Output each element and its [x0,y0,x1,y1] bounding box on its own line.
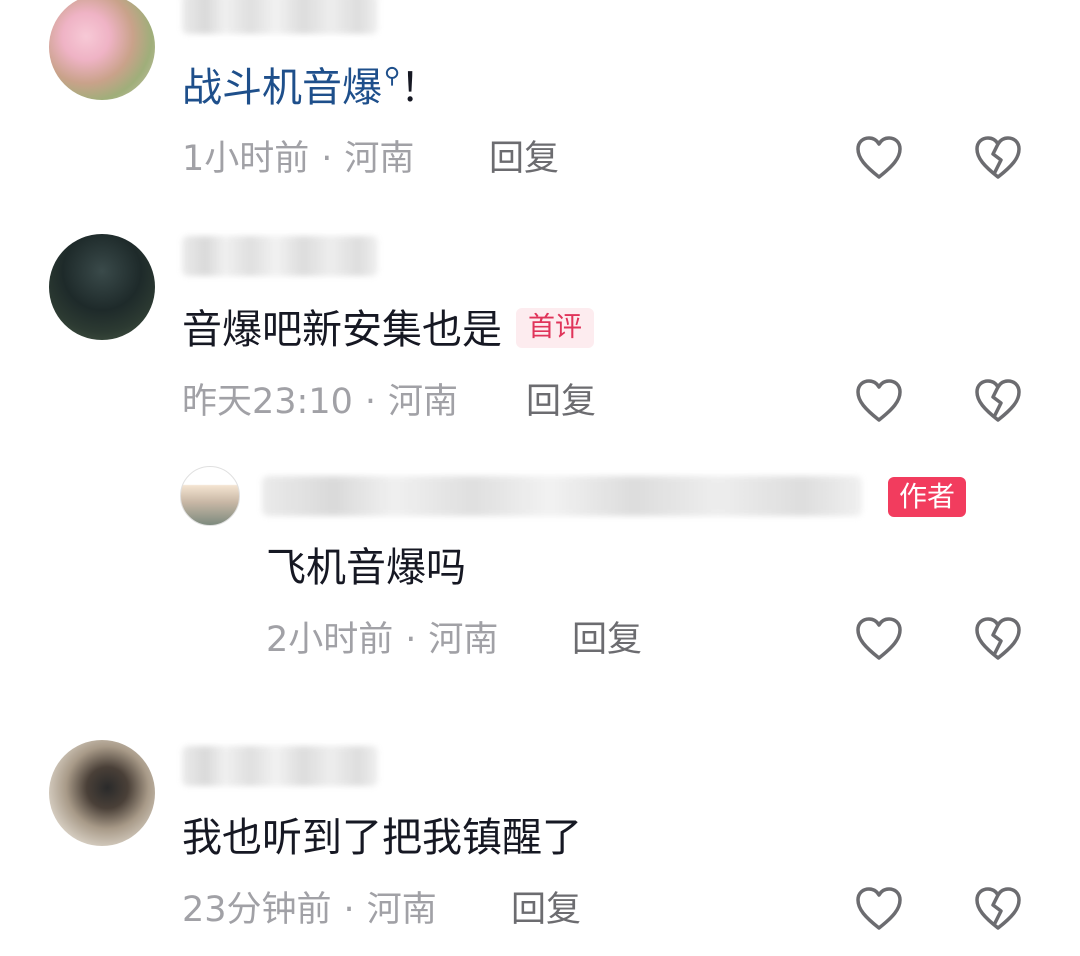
location: 河南 [388,382,459,422]
heart-icon[interactable] [855,886,903,932]
reply-button[interactable]: 回复 [511,890,581,930]
reply-button[interactable]: 回复 [526,382,596,422]
location: 河南 [366,890,437,930]
comment-text[interactable]: 战斗机音爆⚲！ [182,64,440,119]
avatar[interactable] [49,740,155,846]
meta-separator: · [321,139,333,179]
comment-item: 音爆吧新安集也是 首评 昨天23:10 · 河南 回复 作者 飞机音爆吗 2小时前 · 河… [0,230,1080,670]
timestamp: 1小时前 [182,139,310,179]
broken-heart-icon[interactable] [974,886,1022,932]
username[interactable] [182,0,378,34]
timestamp: 2小时前 [266,620,394,660]
avatar[interactable] [49,0,155,100]
comment-text[interactable]: 音爆吧新安集也是 首评 [182,306,594,354]
comment-item: 战斗机音爆⚲！ 1小时前 · 河南 回复 [0,0,1080,200]
comment-text[interactable]: 我也听到了把我镇醒了 [182,814,582,862]
comment-meta: 23分钟前 · 河南 [182,890,437,930]
heart-icon[interactable] [855,616,903,662]
reply-text[interactable]: 飞机音爆吗 [266,544,466,592]
location: 河南 [344,139,415,179]
search-icon: ⚲ [384,64,401,89]
reply-button[interactable]: 回复 [489,139,559,179]
meta-separator: · [343,890,355,930]
reply-meta: 2小时前 · 河南 [266,620,498,660]
broken-heart-icon[interactable] [974,135,1022,181]
avatar[interactable] [49,234,155,340]
heart-icon[interactable] [855,378,903,424]
reply-username[interactable] [262,476,862,516]
username[interactable] [182,746,378,786]
timestamp: 23分钟前 [182,890,332,930]
meta-separator: · [405,620,417,660]
reply-avatar[interactable] [180,466,240,526]
location: 河南 [428,620,499,660]
comment-meta: 1小时前 · 河南 [182,139,414,179]
broken-heart-icon[interactable] [974,378,1022,424]
comment-text-suffix: ！ [400,65,441,111]
username[interactable] [182,236,378,276]
heart-icon[interactable] [855,135,903,181]
first-comment-tag: 首评 [516,308,594,348]
comment-item: 我也听到了把我镇醒了 23分钟前 · 河南 回复 [0,738,1080,956]
search-keyword-link[interactable]: 战斗机音爆 [182,65,382,111]
author-badge: 作者 [888,477,967,517]
meta-separator: · [364,382,377,422]
comment-meta: 昨天23:10 · 河南 [182,382,458,422]
broken-heart-icon[interactable] [974,616,1022,662]
comment-text-body: 音爆吧新安集也是 [182,307,502,353]
reply-button[interactable]: 回复 [572,620,642,660]
timestamp: 昨天23:10 [182,382,353,422]
